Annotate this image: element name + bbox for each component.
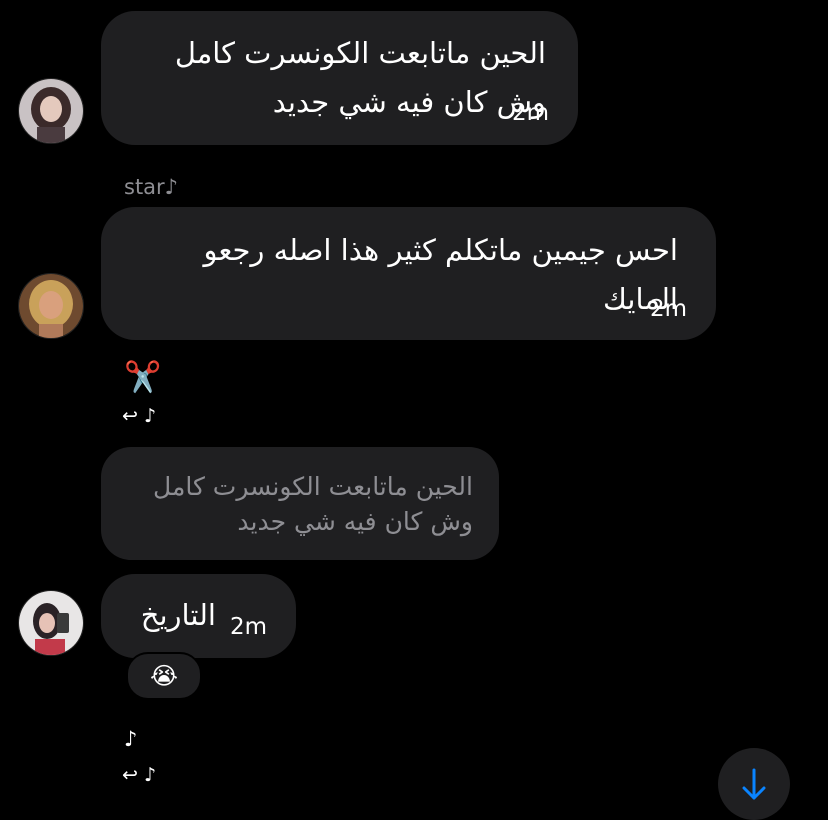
message-line: احس جيمين ماتكلم كثير هذا اصله رجعو — [203, 233, 678, 267]
scissors-emoji: ✂️ — [124, 360, 162, 395]
message-bubble[interactable]: الحين ماتابعت الكونسرت كامل وش كان فيه ش… — [101, 11, 578, 145]
message-line: الحين ماتابعت الكونسرت كامل — [174, 36, 546, 70]
quoted-line: وش كان فيه شي جديد — [237, 507, 473, 536]
message-line: وش كان فيه شي جديد — [272, 85, 546, 119]
message-time: 2m — [650, 296, 688, 322]
message-bubble[interactable]: احس جيمين ماتكلم كثير هذا اصله رجعو الما… — [101, 207, 716, 340]
message-text: التاريخ — [141, 591, 216, 640]
avatar[interactable] — [18, 590, 84, 656]
reaction-badge[interactable]: 😭 — [126, 652, 202, 700]
message-time: 2m — [230, 614, 268, 640]
message-text: الحين ماتابعت الكونسرت كامل وش كان فيه ش… — [175, 29, 546, 127]
message-time: 2m — [512, 100, 550, 126]
music-note: ♪ — [124, 727, 138, 751]
sender-name: star♪ — [124, 175, 179, 199]
quoted-message[interactable]: الحين ماتابعت الكونسرت كامل وش كان فيه ش… — [101, 447, 499, 560]
quoted-line: الحين ماتابعت الكونسرت كامل — [153, 472, 473, 501]
avatar[interactable] — [18, 273, 84, 339]
reply-icon: ↩ ♪ — [122, 764, 157, 786]
message-line: المايك — [602, 282, 678, 316]
message-line: التاريخ — [140, 598, 216, 632]
message-bubble[interactable]: التاريخ 2m — [101, 574, 296, 658]
crying-face-emoji: 😭 — [149, 662, 179, 690]
quoted-text: الحين ماتابعت الكونسرت كامل وش كان فيه ش… — [153, 469, 473, 539]
arrow-down-icon — [742, 768, 766, 800]
avatar[interactable] — [18, 78, 84, 144]
message-text: احس جيمين ماتكلم كثير هذا اصله رجعو الما… — [203, 226, 678, 324]
scroll-down-button[interactable] — [718, 748, 790, 820]
reply-icon: ↩ ♪ — [122, 405, 157, 427]
